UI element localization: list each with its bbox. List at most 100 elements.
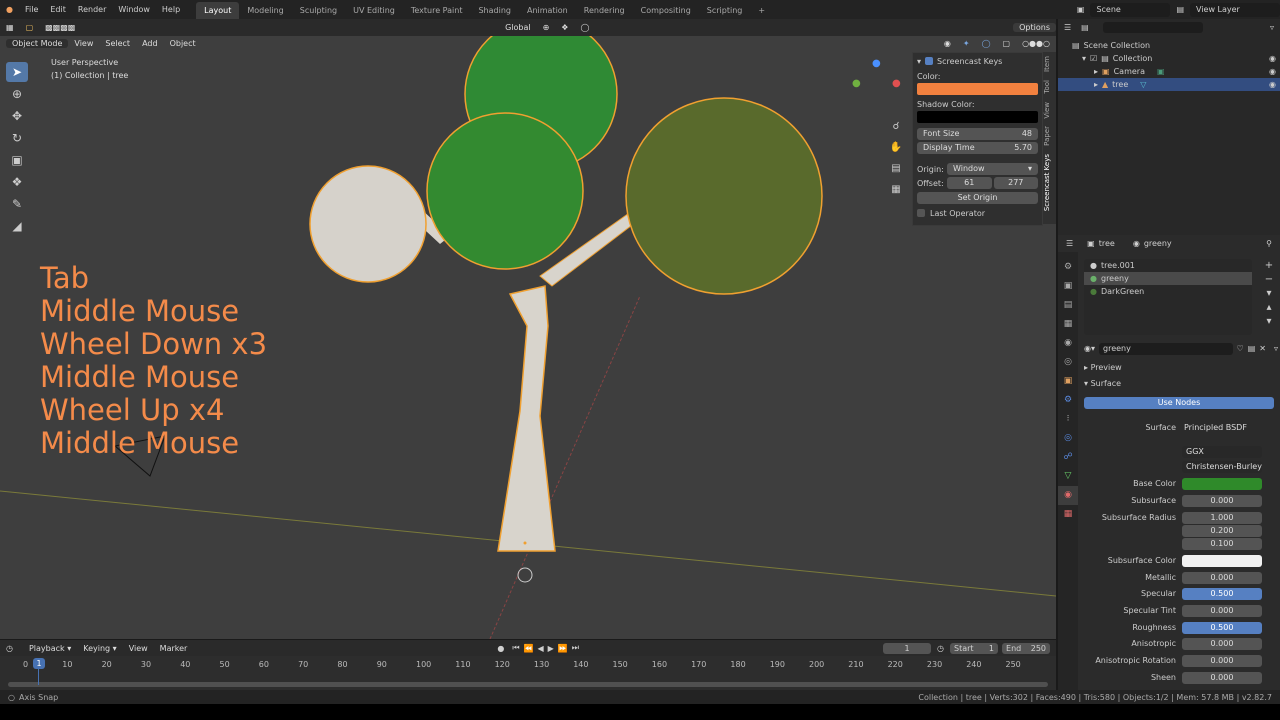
tab-view[interactable]: View bbox=[1043, 98, 1051, 123]
workspace-tab-compositing[interactable]: Compositing bbox=[633, 2, 699, 19]
properties-editor-icon[interactable]: ☰ bbox=[1066, 239, 1073, 248]
use-nodes-button[interactable]: Use Nodes bbox=[1084, 397, 1274, 409]
shading-modes-icon[interactable]: ○●●○ bbox=[1016, 39, 1056, 48]
transform-tool-icon[interactable]: ❖ bbox=[6, 172, 28, 192]
shadow-color-swatch[interactable] bbox=[917, 111, 1038, 123]
filter-icon[interactable]: ▿ bbox=[1270, 23, 1274, 32]
outliner-row-scene-collection[interactable]: ▤ Scene Collection bbox=[1072, 39, 1280, 52]
workspace-tab-layout[interactable]: Layout bbox=[196, 2, 240, 19]
display-mode-icon[interactable]: ▤ bbox=[1081, 23, 1089, 32]
remove-slot-icon[interactable]: − bbox=[1262, 273, 1276, 287]
particles-tab-icon[interactable]: ⁝ bbox=[1058, 410, 1078, 429]
viewport-menu-select[interactable]: Select bbox=[99, 39, 136, 48]
material-tab-icon[interactable]: ◉ bbox=[1058, 486, 1078, 505]
property-value-field[interactable]: 0.000 bbox=[1182, 654, 1262, 667]
outliner-row-camera[interactable]: ▸ ▣ Camera ▣ ◉ bbox=[1072, 65, 1280, 78]
material-slot[interactable]: ● DarkGreen bbox=[1084, 285, 1252, 298]
xray-icon[interactable]: ▢ bbox=[997, 39, 1017, 48]
preview-panel-header[interactable]: ▸ Preview bbox=[1084, 363, 1122, 372]
eye-icon[interactable]: ◉ bbox=[1269, 52, 1276, 65]
fake-user-icon[interactable]: ♡ bbox=[1237, 344, 1244, 353]
object-mode-select[interactable]: Object Mode bbox=[6, 39, 69, 48]
workspace-tab-modeling[interactable]: Modeling bbox=[239, 2, 291, 19]
jump-end-icon[interactable]: ⏭ bbox=[572, 643, 579, 653]
set-origin-button[interactable]: Set Origin bbox=[917, 192, 1038, 204]
pan-hand-icon[interactable]: ✋ bbox=[888, 137, 904, 158]
enable-checkbox[interactable] bbox=[925, 57, 934, 65]
camera-view-icon[interactable]: ▤ bbox=[888, 158, 904, 179]
selection-mode-icon[interactable]: ▩▩▩▩ bbox=[39, 23, 81, 32]
blender-logo-icon[interactable]: ● bbox=[0, 0, 19, 19]
play-icon[interactable]: ▶ bbox=[548, 644, 554, 653]
slot-menu-icon[interactable]: ▾ bbox=[1262, 287, 1276, 301]
unlink-icon[interactable]: ✕ bbox=[1259, 344, 1266, 353]
workspace-tab-animation[interactable]: Animation bbox=[519, 2, 576, 19]
menu-help[interactable]: Help bbox=[156, 0, 186, 19]
workspace-tab-uv-editing[interactable]: UV Editing bbox=[345, 2, 403, 19]
scene-name[interactable]: Scene bbox=[1090, 2, 1171, 17]
timeline-menu-playback[interactable]: Playback ▾ bbox=[23, 644, 77, 653]
rotate-tool-icon[interactable]: ↻ bbox=[6, 128, 28, 148]
workspace-tab-texture-paint[interactable]: Texture Paint bbox=[403, 2, 471, 19]
duplicate-icon[interactable]: ▤ bbox=[1248, 344, 1256, 353]
property-value-field[interactable]: 0.100 bbox=[1182, 537, 1262, 550]
workspace-tab-scripting[interactable]: Scripting bbox=[699, 2, 751, 19]
start-frame-field[interactable]: Start 1 bbox=[950, 642, 999, 654]
next-key-icon[interactable]: ⏩ bbox=[558, 644, 568, 653]
tab-screencast-keys[interactable]: Screencast Keys bbox=[1043, 150, 1051, 215]
grid-view-icon[interactable]: ▦ bbox=[888, 179, 904, 200]
tab-tool[interactable]: Tool bbox=[1043, 76, 1051, 98]
property-value-field[interactable]: 1.000 bbox=[1182, 511, 1262, 524]
viewport-menu-view[interactable]: View bbox=[68, 39, 99, 48]
render-tab-icon[interactable]: ▣ bbox=[1058, 277, 1078, 296]
transform-orientation-select[interactable]: Global bbox=[499, 23, 537, 32]
menu-edit[interactable]: Edit bbox=[44, 0, 72, 19]
measure-tool-icon[interactable]: ◢ bbox=[6, 216, 28, 236]
surface-panel-header[interactable]: ▾ Surface bbox=[1084, 379, 1121, 388]
property-value-field[interactable]: 0.000 bbox=[1182, 604, 1262, 617]
outliner-row-collection[interactable]: ▾ ☑ ▤ Collection ◉ bbox=[1072, 52, 1280, 65]
physics-tab-icon[interactable]: ◎ bbox=[1058, 429, 1078, 448]
output-tab-icon[interactable]: ▤ bbox=[1058, 296, 1078, 315]
workspace-tab-sculpting[interactable]: Sculpting bbox=[292, 2, 345, 19]
tab-item[interactable]: Item bbox=[1043, 52, 1051, 76]
font-size-field[interactable]: Font Size 48 bbox=[917, 128, 1038, 140]
add-workspace-icon[interactable]: + bbox=[750, 2, 773, 19]
property-value-field[interactable]: 0.000 bbox=[1182, 671, 1262, 684]
playhead[interactable]: 1 bbox=[33, 658, 45, 669]
collection-checkbox[interactable]: ☑ bbox=[1090, 52, 1097, 65]
outliner-editor-icon[interactable]: ☰ bbox=[1064, 23, 1071, 32]
outliner-search-input[interactable] bbox=[1102, 21, 1203, 33]
menu-file[interactable]: File bbox=[19, 0, 44, 19]
color-swatch[interactable] bbox=[917, 83, 1038, 95]
menu-render[interactable]: Render bbox=[72, 0, 112, 19]
zoom-icon[interactable]: ☌ bbox=[888, 116, 904, 137]
overlay-icon[interactable]: ◯ bbox=[976, 39, 997, 48]
move-down-icon[interactable]: ▾ bbox=[1262, 315, 1276, 329]
options-button[interactable]: Options bbox=[1013, 23, 1056, 32]
data-tab-icon[interactable]: ▽ bbox=[1058, 467, 1078, 486]
jump-start-icon[interactable]: ⏮ bbox=[512, 643, 519, 653]
display-time-field[interactable]: Display Time 5.70 bbox=[917, 142, 1038, 154]
world-tab-icon[interactable]: ◎ bbox=[1058, 353, 1078, 372]
snap-icon[interactable]: ❖ bbox=[555, 23, 574, 32]
offset-x-field[interactable]: 61 bbox=[947, 177, 992, 189]
filter-icon[interactable]: ▿ bbox=[1274, 344, 1278, 353]
offset-y-field[interactable]: 277 bbox=[993, 177, 1038, 189]
view-layer-tab-icon[interactable]: ▦ bbox=[1058, 315, 1078, 334]
workspace-tab-shading[interactable]: Shading bbox=[470, 2, 519, 19]
scene-tab-icon[interactable]: ◉ bbox=[1058, 334, 1078, 353]
select-box-icon[interactable]: ▢ bbox=[20, 23, 40, 32]
timeline-editor-icon[interactable]: ◷ bbox=[6, 644, 13, 653]
origin-select[interactable]: Window ▾ bbox=[947, 163, 1038, 175]
outliner-row-tree[interactable]: ▸ ▲ tree ▽ ◉ bbox=[1058, 78, 1280, 91]
constraints-tab-icon[interactable]: ☍ bbox=[1058, 448, 1078, 467]
material-browse-icon[interactable]: ◉▾ bbox=[1084, 344, 1095, 353]
property-value-field[interactable]: 0.500 bbox=[1182, 587, 1262, 600]
editor-type-icon[interactable]: ▦ bbox=[0, 23, 20, 32]
property-value-field[interactable]: 0.000 bbox=[1182, 494, 1262, 507]
add-slot-icon[interactable]: + bbox=[1262, 259, 1276, 273]
viewport-menu-add[interactable]: Add bbox=[136, 39, 164, 48]
material-slot[interactable]: ● greeny bbox=[1084, 272, 1252, 285]
cursor-tool-icon[interactable]: ⊕ bbox=[6, 84, 28, 104]
